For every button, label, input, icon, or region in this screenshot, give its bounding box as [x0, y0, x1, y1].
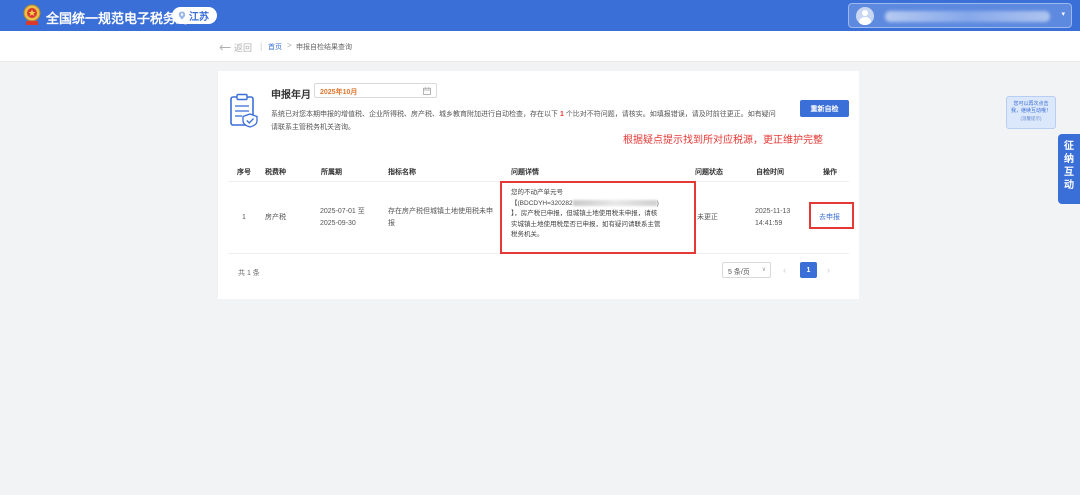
detail-line-3: 】，房产税已申报，但城镇土地使用税未申报，请核: [511, 210, 658, 217]
crumb-divider: |: [260, 41, 263, 51]
cell-indicator: 存在房产税但城镇土地使用税未申 报: [388, 206, 500, 230]
check-date: 2025-11-13: [755, 208, 791, 215]
side-tab-char: 纳: [1064, 154, 1074, 165]
cell-status: 未更正: [697, 214, 718, 221]
prev-page-button[interactable]: ‹: [783, 265, 786, 275]
col-index: 序号: [237, 169, 251, 176]
site-title: 全国统一规范电子税务局: [46, 11, 190, 26]
period-date-picker[interactable]: 2025年10月: [314, 83, 437, 98]
chevron-down-icon: ∨: [761, 267, 766, 273]
page-size-value: 5 条/页: [728, 269, 750, 276]
detail-line-2: 【(BDCDYH=320282): [511, 199, 659, 207]
col-status: 问题状态: [695, 169, 723, 176]
back-label: 返回: [234, 43, 253, 53]
total-count: 共 1 条: [238, 270, 260, 277]
notice-text-1: 系统已对您本期申报的增值税、企业所得税、房产税、城乡教育附加进行自动检查，存在以…: [271, 111, 560, 118]
breadcrumb-separator: >: [287, 41, 292, 50]
location-pin-icon: [178, 11, 186, 20]
tip-line-2: 我，继续互动哦！: [1010, 108, 1051, 114]
detail-line-1: 您的不动产单元号: [511, 189, 563, 196]
user-menu[interactable]: ▾: [848, 3, 1072, 28]
clipboard-check-icon: [230, 93, 258, 128]
col-tax-type: 税费种: [265, 169, 286, 176]
tax-emblem-icon: [23, 4, 41, 25]
detail-line-4: 实城镇土地使用税是否已申报，如有疑问请联系主管: [511, 220, 661, 228]
chevron-down-icon: ▾: [1061, 11, 1065, 18]
taxpayer-interaction-tab[interactable]: 征 纳 互 动: [1058, 134, 1080, 204]
period-label: 申报年月: [271, 90, 311, 101]
cell-index: 1: [242, 214, 246, 221]
avatar: [856, 7, 874, 25]
tip-line-1: 您可以再次点击: [1013, 101, 1049, 107]
table-header: 序号 税费种 所属期 指标名称 问题详情 问题状态 自检时间 操作: [228, 161, 849, 182]
user-name-redacted: [885, 11, 1050, 22]
region-name: 江苏: [189, 12, 209, 23]
detail-line-5: 税务机关。: [511, 231, 544, 238]
breadcrumb: 返回 | 首页 > 申报自检结果查询: [0, 31, 1080, 62]
col-indicator: 指标名称: [388, 169, 416, 176]
indicator-line-2: 报: [388, 220, 395, 227]
tip-line-3: (温馨提示): [1020, 116, 1042, 121]
breadcrumb-current: 申报自检结果查询: [296, 44, 352, 51]
breadcrumb-home-link[interactable]: 首页: [268, 42, 282, 52]
interaction-tip-bubble[interactable]: 您可以再次点击 我，继续互动哦！ (温馨提示): [1006, 96, 1056, 129]
top-navbar: 全国统一规范电子税务局 江苏 ▾: [0, 0, 1080, 31]
side-tab-char: 动: [1064, 180, 1074, 191]
redacted-unit-number: [572, 199, 657, 206]
side-tab-char: 征: [1064, 141, 1074, 152]
annotation-note: 根据疑点提示找到所对应税源，更正维护完整: [623, 135, 823, 146]
region-selector[interactable]: 江苏: [172, 7, 217, 24]
table-row: 1 房产税 2025-07-01 至 2025-09-30 存在房产税但城镇土地…: [228, 181, 854, 254]
arrow-left-icon: [219, 44, 231, 51]
col-detail: 问题详情: [511, 169, 539, 176]
page-1-button[interactable]: 1: [800, 262, 817, 278]
check-clock: 14:41:59: [755, 220, 783, 227]
next-page-button[interactable]: ›: [827, 265, 830, 275]
col-period: 所属期: [321, 169, 342, 176]
back-button[interactable]: 返回: [219, 41, 252, 54]
cell-tax-type: 房产税: [265, 214, 286, 221]
recheck-button[interactable]: 重新自检: [800, 100, 849, 117]
self-check-result-card: 申报年月 2025年10月 系统已对您本期申报的增值税、企业所得税、房产税、城乡…: [218, 71, 859, 299]
indicator-line-1: 存在房产税但城镇土地使用税未申: [388, 208, 493, 215]
side-tab-char: 互: [1064, 167, 1074, 178]
col-check-time: 自检时间: [756, 169, 784, 176]
cell-check-time: 2025-11-13 14:41:59: [755, 206, 790, 230]
page-size-select[interactable]: 5 条/页 ∨: [722, 262, 771, 278]
period-end: 2025-09-30: [320, 220, 356, 227]
col-action: 操作: [823, 169, 837, 176]
period-start: 2025-07-01 至: [320, 208, 365, 215]
cell-detail: 您的不动产单元号 【(BDCDYH=320282) 】，房产税已申报，但城镇土地…: [511, 188, 691, 241]
cell-period: 2025-07-01 至 2025-09-30: [320, 206, 365, 230]
calendar-icon: [423, 87, 431, 95]
go-declare-link[interactable]: 去申报: [819, 212, 840, 222]
period-value: 2025年10月: [320, 89, 358, 96]
